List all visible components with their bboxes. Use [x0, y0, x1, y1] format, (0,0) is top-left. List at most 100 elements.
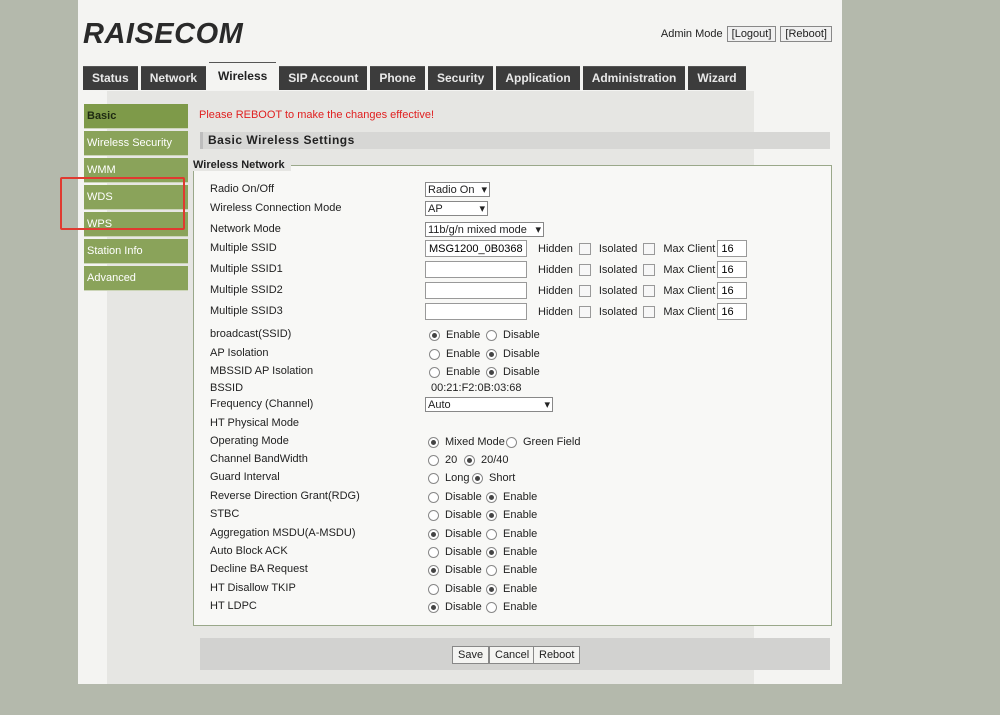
dropdown-arrow-icon: ▾ — [544, 399, 550, 411]
radio-row-label: MBSSID AP Isolation — [210, 365, 314, 377]
tab-application[interactable]: Application — [496, 66, 580, 90]
sidebar-item-station-info[interactable]: Station Info — [84, 239, 188, 264]
radio-button[interactable] — [429, 348, 440, 360]
isolated-checkbox[interactable] — [643, 284, 656, 297]
reboot-button[interactable]: Reboot — [533, 646, 581, 664]
radio-option[interactable]: Enable — [486, 491, 537, 503]
isolated-checkbox[interactable] — [643, 305, 656, 318]
max-client-input[interactable] — [717, 282, 748, 299]
radio-onoff-select[interactable]: Radio On ▾ — [425, 182, 490, 197]
radio-button[interactable] — [428, 546, 439, 558]
hidden-label: Hidden — [538, 242, 573, 255]
radio-button[interactable] — [486, 491, 497, 503]
radio-button[interactable] — [428, 564, 439, 576]
radio-option[interactable]: Enable — [486, 528, 537, 540]
radio-option[interactable]: Green Field — [506, 436, 580, 448]
network-mode-select[interactable]: 11b/g/n mixed mode ▾ — [425, 222, 544, 237]
radio-button[interactable] — [428, 454, 439, 466]
tab-wireless[interactable]: Wireless — [209, 62, 277, 90]
radio-option[interactable]: Disable — [428, 528, 482, 540]
radio-button[interactable] — [506, 436, 517, 448]
radio-option[interactable]: Enable — [486, 564, 537, 576]
radio-option[interactable]: Mixed Mode — [428, 436, 505, 448]
sidebar-item-wireless-security[interactable]: Wireless Security — [84, 131, 188, 156]
cancel-button[interactable]: Cancel — [489, 646, 536, 664]
ssid2-input[interactable] — [425, 282, 527, 299]
radio-option[interactable]: Disable — [428, 491, 482, 503]
radio-button[interactable] — [486, 528, 497, 540]
radio-option[interactable]: Enable — [486, 546, 537, 558]
radio-button[interactable] — [486, 348, 497, 360]
radio-button[interactable] — [486, 509, 497, 521]
save-button[interactable]: Save — [452, 646, 490, 664]
radio-button[interactable] — [472, 472, 483, 484]
radio-option-label: Disable — [503, 348, 540, 360]
connection-mode-label: Wireless Connection Mode — [210, 202, 342, 214]
radio-button[interactable] — [428, 509, 439, 521]
tab-administration[interactable]: Administration — [582, 66, 686, 90]
radio-button[interactable] — [486, 546, 497, 558]
ssid3-input[interactable] — [425, 303, 527, 320]
radio-option[interactable]: Enable — [486, 583, 537, 595]
radio-button[interactable] — [464, 454, 475, 466]
reboot-link-button[interactable]: [Reboot] — [780, 26, 832, 42]
tab-security[interactable]: Security — [427, 66, 494, 90]
radio-button[interactable] — [428, 601, 439, 613]
hidden-checkbox[interactable] — [578, 305, 591, 318]
tab-sip-account[interactable]: SIP Account — [279, 66, 368, 90]
radio-option-label: Short — [489, 472, 516, 484]
radio-option[interactable]: Enable — [429, 366, 480, 378]
radio-button[interactable] — [486, 601, 497, 613]
radio-option[interactable]: Short — [472, 472, 515, 484]
radio-option[interactable]: Disable — [428, 583, 482, 595]
isolated-checkbox[interactable] — [643, 263, 656, 276]
radio-option[interactable]: Disable — [428, 509, 482, 521]
radio-button[interactable] — [428, 583, 439, 595]
hidden-checkbox[interactable] — [578, 242, 591, 255]
isolated-checkbox[interactable] — [643, 242, 656, 255]
radio-button[interactable] — [428, 528, 439, 540]
radio-option-label: Disable — [445, 528, 482, 540]
radio-button[interactable] — [428, 436, 439, 448]
radio-option[interactable]: Enable — [486, 601, 537, 613]
radio-option[interactable]: Disable — [486, 329, 540, 341]
sidebar-item-advanced[interactable]: Advanced — [84, 266, 188, 291]
ssid-input[interactable] — [425, 240, 527, 257]
hidden-checkbox[interactable] — [578, 284, 591, 297]
radio-option[interactable]: Disable — [428, 601, 482, 613]
radio-option[interactable]: Long — [428, 472, 469, 484]
radio-button[interactable] — [486, 564, 497, 576]
max-client-input[interactable] — [717, 303, 748, 320]
radio-row-label: HT Disallow TKIP — [210, 582, 296, 594]
radio-option[interactable]: 20/40 — [464, 454, 509, 466]
radio-option[interactable]: Disable — [428, 546, 482, 558]
ssid1-input[interactable] — [425, 261, 527, 278]
radio-button[interactable] — [429, 366, 440, 378]
max-client-input[interactable] — [717, 261, 748, 278]
hidden-checkbox[interactable] — [578, 263, 591, 276]
radio-option[interactable]: Disable — [486, 348, 540, 360]
frequency-select[interactable]: Auto ▾ — [425, 397, 553, 412]
radio-option[interactable]: Enable — [429, 329, 480, 341]
radio-button[interactable] — [428, 472, 439, 484]
max-client-input[interactable] — [717, 240, 748, 257]
sidebar-item-basic[interactable]: Basic — [84, 104, 188, 129]
frequency-label: Frequency (Channel) — [210, 398, 314, 410]
radio-option[interactable]: Disable — [428, 564, 482, 576]
radio-button[interactable] — [429, 329, 440, 341]
radio-button[interactable] — [428, 491, 439, 503]
radio-button[interactable] — [486, 583, 497, 595]
tab-wizard[interactable]: Wizard — [688, 66, 746, 90]
radio-option[interactable]: Disable — [486, 366, 540, 378]
logout-button[interactable]: [Logout] — [726, 26, 777, 42]
radio-button[interactable] — [486, 366, 497, 378]
radio-option[interactable]: Enable — [486, 509, 537, 521]
radio-option[interactable]: Enable — [429, 348, 480, 360]
connection-mode-select[interactable]: AP ▾ — [425, 201, 488, 216]
tab-status[interactable]: Status — [83, 66, 138, 90]
radio-option[interactable]: 20 — [428, 454, 457, 466]
radio-button[interactable] — [486, 329, 497, 341]
reboot-notice: Please REBOOT to make the changes effect… — [199, 109, 434, 121]
tab-phone[interactable]: Phone — [370, 66, 425, 90]
tab-network[interactable]: Network — [140, 66, 207, 90]
